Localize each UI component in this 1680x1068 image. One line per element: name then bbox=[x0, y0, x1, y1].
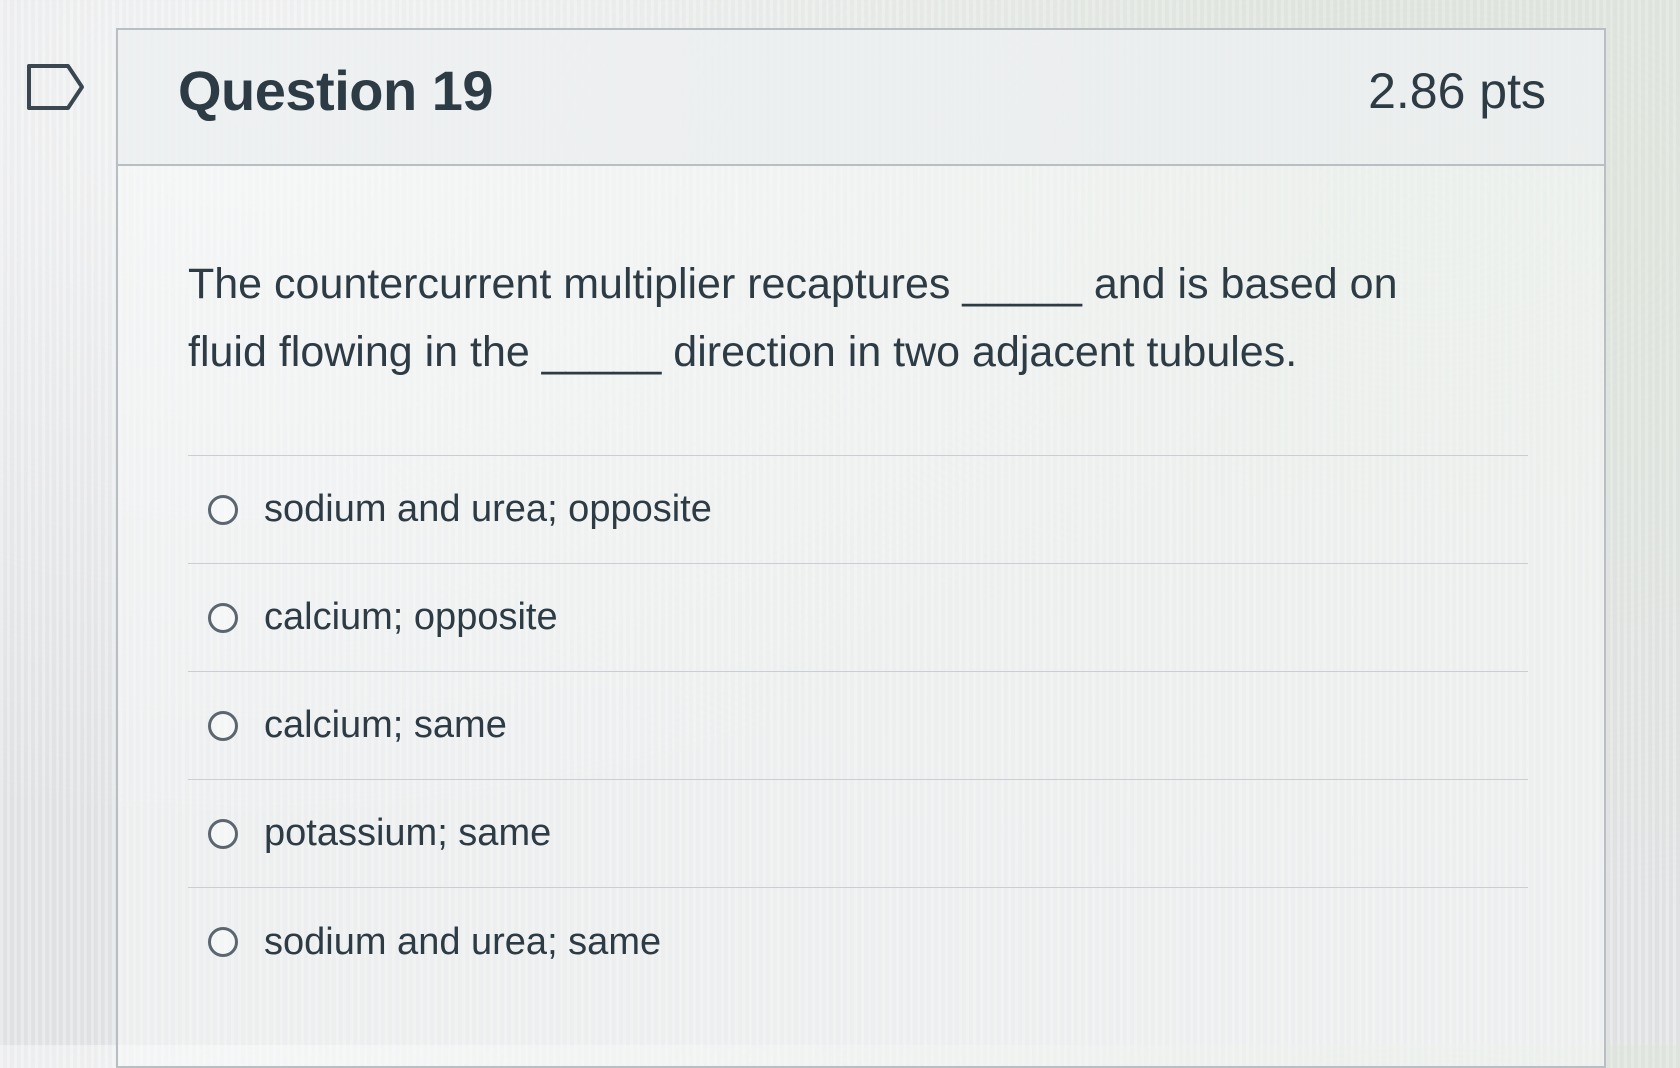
radio-button[interactable] bbox=[208, 818, 238, 849]
answer-label: calcium; opposite bbox=[264, 596, 558, 638]
answer-label: sodium and urea; opposite bbox=[264, 488, 712, 530]
answer-option[interactable]: calcium; opposite bbox=[188, 564, 1528, 672]
question-title: Question 19 bbox=[178, 59, 494, 122]
answer-list: sodium and urea; opposite calcium; oppos… bbox=[188, 455, 1528, 996]
question-header: Question 19 2.86 pts bbox=[118, 30, 1604, 166]
answer-option[interactable]: calcium; same bbox=[188, 672, 1528, 780]
radio-button[interactable] bbox=[208, 710, 238, 741]
question-card: Question 19 2.86 pts The countercurrent … bbox=[116, 28, 1606, 1068]
radio-button[interactable] bbox=[208, 494, 238, 525]
radio-button[interactable] bbox=[208, 927, 238, 957]
question-points: 2.86 pts bbox=[1368, 63, 1546, 119]
answer-label: sodium and urea; same bbox=[264, 920, 662, 963]
answer-label: calcium; same bbox=[264, 704, 507, 746]
answer-option[interactable]: sodium and urea; same bbox=[188, 888, 1528, 996]
answer-option[interactable]: potassium; same bbox=[188, 780, 1528, 888]
radio-button[interactable] bbox=[208, 602, 238, 633]
answer-label: potassium; same bbox=[264, 812, 552, 854]
answer-option[interactable]: sodium and urea; opposite bbox=[188, 456, 1528, 564]
question-text: The countercurrent multiplier recaptures… bbox=[188, 260, 1398, 376]
flag-question-icon[interactable] bbox=[26, 62, 86, 112]
